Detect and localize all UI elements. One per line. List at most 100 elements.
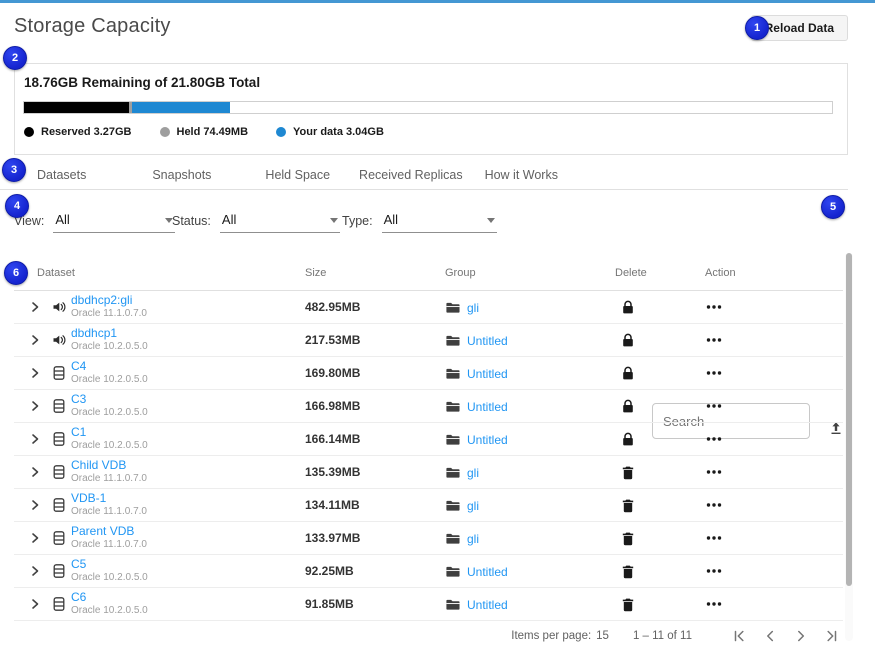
row-actions-ellipsis-icon[interactable] [706,304,722,310]
tab-snapshots[interactable]: Snapshots [152,168,211,182]
status-filter-select[interactable]: All [220,212,340,233]
items-per-page-value[interactable]: 15 [596,630,609,642]
expand-chevron-icon[interactable] [28,465,42,479]
folder-icon [445,300,460,315]
dataset-name-link[interactable]: C5 [71,557,148,572]
tab-how-it-works[interactable]: How it Works [485,168,558,182]
group-link[interactable]: Untitled [467,598,508,612]
group-link[interactable]: Untitled [467,565,508,579]
row-actions-ellipsis-icon[interactable] [706,469,722,475]
view-filter-select[interactable]: All [53,212,175,233]
dataset-name-link[interactable]: Parent VDB [71,524,147,539]
dataset-name-link[interactable]: VDB-1 [71,491,147,506]
dataset-subtitle: Oracle 10.2.0.5.0 [71,440,148,452]
capacity-bar-your-data-segment [132,102,230,113]
expand-chevron-icon[interactable] [28,366,42,380]
first-page-icon[interactable] [730,627,748,645]
type-filter-select[interactable]: All [382,212,497,233]
trash-icon[interactable] [621,465,635,480]
dataset-size: 169.80MB [305,366,360,380]
group-link[interactable]: gli [467,532,479,546]
table-row[interactable]: C6 Oracle 10.2.0.5.0 91.85MB Untitled [14,588,843,621]
dataset-name-block: VDB-1 Oracle 11.1.0.7.0 [71,491,147,518]
row-actions-ellipsis-icon[interactable] [706,601,722,607]
next-page-icon[interactable] [792,627,810,645]
dataset-subtitle: Oracle 11.1.0.7.0 [71,308,147,320]
group-link[interactable]: gli [467,499,479,513]
table-row[interactable]: dbdhcp1 Oracle 10.2.0.5.0 217.53MB Untit… [14,324,843,357]
group-link[interactable]: gli [467,466,479,480]
vdb-database-icon [51,530,67,546]
dataset-name-link[interactable]: C4 [71,359,148,374]
group-link[interactable]: Untitled [467,367,508,381]
table-row[interactable]: C3 Oracle 10.2.0.5.0 166.98MB Untitled [14,390,843,423]
your-data-dot-icon [276,127,286,137]
column-header-delete: Delete [615,267,647,279]
trash-icon[interactable] [621,498,635,513]
annotation-badge-5: 5 [821,195,845,219]
vdb-database-icon [51,365,67,381]
expand-chevron-icon[interactable] [28,564,42,578]
expand-chevron-icon[interactable] [28,597,42,611]
expand-chevron-icon[interactable] [28,432,42,446]
row-actions-ellipsis-icon[interactable] [706,337,722,343]
row-actions-ellipsis-icon[interactable] [706,436,722,442]
dataset-name-link[interactable]: C6 [71,590,148,605]
lock-icon[interactable] [621,432,635,447]
lock-icon[interactable] [621,399,635,414]
row-actions-ellipsis-icon[interactable] [706,535,722,541]
dataset-name-link[interactable]: Child VDB [71,458,147,473]
group-link[interactable]: Untitled [467,433,508,447]
trash-icon[interactable] [621,531,635,546]
expand-chevron-icon[interactable] [28,333,42,347]
expand-chevron-icon[interactable] [28,531,42,545]
lock-icon[interactable] [621,366,635,381]
type-filter-value: All [384,212,398,227]
row-actions-ellipsis-icon[interactable] [706,370,722,376]
capacity-summary-card: 18.76GB Remaining of 21.80GB Total Reser… [14,63,848,155]
table-row[interactable]: C5 Oracle 10.2.0.5.0 92.25MB Untitled [14,555,843,588]
items-per-page: Items per page: 15 [511,630,609,642]
table-row[interactable]: C1 Oracle 10.2.0.5.0 166.14MB Untitled [14,423,843,456]
legend-item-reserved: Reserved 3.27GB [24,126,132,138]
expand-chevron-icon[interactable] [28,498,42,512]
group-link[interactable]: Untitled [467,400,508,414]
table-row[interactable]: Child VDB Oracle 11.1.0.7.0 135.39MB gli [14,456,843,489]
chevron-down-icon [330,218,338,223]
lock-icon[interactable] [621,333,635,348]
previous-page-icon[interactable] [761,627,779,645]
table-scrollbar-thumb[interactable] [846,253,852,586]
tab-received-replicas[interactable]: Received Replicas [359,168,463,182]
tab-held-space[interactable]: Held Space [265,168,330,182]
group-link[interactable]: Untitled [467,334,508,348]
folder-icon [445,399,460,414]
table-row[interactable]: Parent VDB Oracle 11.1.0.7.0 133.97MB gl… [14,522,843,555]
dataset-subtitle: Oracle 11.1.0.7.0 [71,473,147,485]
group-link[interactable]: gli [467,301,479,315]
row-actions-ellipsis-icon[interactable] [706,568,722,574]
trash-icon[interactable] [621,564,635,579]
expand-chevron-icon[interactable] [28,300,42,314]
row-actions-ellipsis-icon[interactable] [706,403,722,409]
table-row[interactable]: VDB-1 Oracle 11.1.0.7.0 134.11MB gli [14,489,843,522]
dataset-name-link[interactable]: C1 [71,425,148,440]
dataset-name-link[interactable]: dbdhcp1 [71,326,148,341]
items-per-page-label: Items per page: [511,630,591,642]
row-actions-ellipsis-icon[interactable] [706,502,722,508]
table-row[interactable]: dbdhcp2:gli Oracle 11.1.0.7.0 482.95MB g… [14,291,843,324]
trash-icon[interactable] [621,597,635,612]
last-page-icon[interactable] [823,627,841,645]
table-body: dbdhcp2:gli Oracle 11.1.0.7.0 482.95MB g… [14,291,843,621]
table-row[interactable]: C4 Oracle 10.2.0.5.0 169.80MB Untitled [14,357,843,390]
dataset-name-link[interactable]: dbdhcp2:gli [71,293,147,308]
dataset-name-link[interactable]: C3 [71,392,148,407]
column-header-action: Action [705,267,736,279]
view-filter-value: All [55,212,69,227]
capacity-bar-reserved-segment [24,102,129,113]
expand-chevron-icon[interactable] [28,399,42,413]
dataset-subtitle: Oracle 10.2.0.5.0 [71,374,148,386]
page-title: Storage Capacity [14,15,171,38]
dataset-subtitle: Oracle 10.2.0.5.0 [71,572,148,584]
tab-datasets[interactable]: Datasets [37,168,86,182]
lock-icon[interactable] [621,300,635,315]
